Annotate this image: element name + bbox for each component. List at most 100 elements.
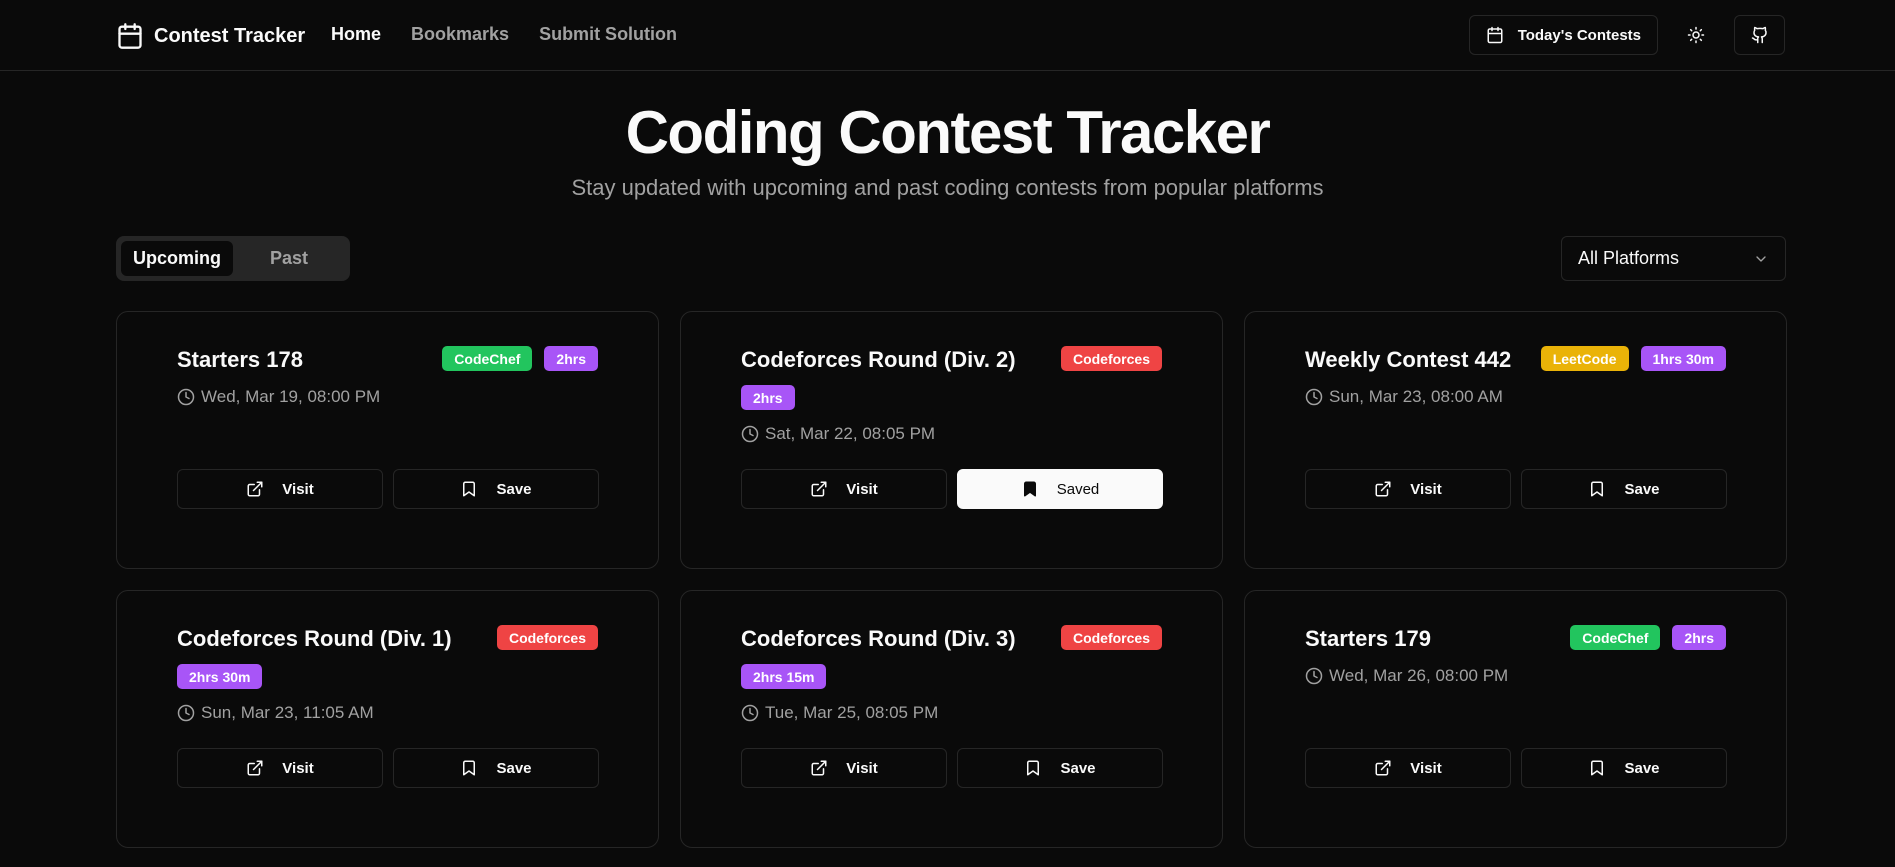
duration-badge-row: 2hrs 15m (741, 664, 1162, 689)
bookmark-icon (460, 480, 478, 498)
visit-button[interactable]: Visit (177, 748, 383, 788)
contest-title: Starters 178 (177, 347, 303, 372)
platform-badge: LeetCode (1540, 346, 1629, 371)
contest-tabs: Upcoming Past (116, 236, 350, 281)
save-button[interactable]: Save (393, 469, 599, 509)
platform-badge: Codeforces (1060, 625, 1162, 650)
visit-button[interactable]: Visit (741, 748, 947, 788)
chevron-down-icon (1753, 251, 1769, 267)
contest-card: Starters 178 CodeChef 2hrs Wed, Mar 19, 0… (116, 311, 659, 569)
duration-badge: 2hrs (741, 385, 795, 410)
save-button[interactable]: Save (957, 748, 1163, 788)
contest-card: Starters 179 CodeChef 2hrs Wed, Mar 26, 0… (1244, 590, 1787, 848)
bookmark-icon (1588, 759, 1606, 777)
nav-link-bookmarks[interactable]: Bookmarks (411, 24, 509, 45)
duration-badge-row: 2hrs 30m (177, 664, 598, 689)
platform-filter-value: All Platforms (1578, 248, 1680, 268)
badges: CodeChef 2hrs (1570, 625, 1726, 650)
brand-name: Contest Tracker (154, 24, 306, 47)
external-link-icon (810, 480, 828, 498)
duration-badge: 2hrs (544, 346, 598, 371)
card-actions: Visit Save (177, 748, 599, 788)
contest-card: Codeforces Round (Div. 3) Codeforces 2hr… (680, 590, 1223, 848)
navbar: Contest Tracker Home Bookmarks Submit So… (0, 0, 1895, 71)
card-actions: Visit Save (741, 748, 1163, 788)
contest-date: Sat, Mar 22, 08:05 PM (741, 424, 935, 444)
card-header: Starters 179 CodeChef 2hrs (1305, 625, 1726, 653)
github-button[interactable] (1734, 15, 1785, 55)
nav-link-submit-solution[interactable]: Submit Solution (539, 24, 677, 45)
contest-date-text: Tue, Mar 25, 08:05 PM (765, 703, 939, 722)
sun-icon (1687, 26, 1705, 44)
save-button[interactable]: Saved (957, 469, 1163, 509)
external-link-icon (1374, 480, 1392, 498)
contest-title: Codeforces Round (Div. 2) (741, 347, 1016, 372)
save-button[interactable]: Save (1521, 469, 1727, 509)
visit-button[interactable]: Visit (1305, 469, 1511, 509)
contest-date-text: Sat, Mar 22, 08:05 PM (765, 424, 936, 443)
card-header: Starters 178 CodeChef 2hrs (177, 346, 598, 374)
badges: Codeforces (496, 625, 598, 650)
card-actions: Visit Saved (741, 469, 1163, 509)
contest-date: Tue, Mar 25, 08:05 PM (741, 703, 938, 723)
visit-button[interactable]: Visit (1305, 748, 1511, 788)
github-icon (1751, 26, 1769, 44)
visit-label: Visit (282, 759, 314, 777)
theme-toggle-button[interactable] (1676, 15, 1716, 55)
todays-contests-button[interactable]: Today's Contests (1468, 15, 1658, 55)
clock-icon (741, 704, 759, 722)
clock-icon (1305, 388, 1323, 406)
save-button[interactable]: Save (1521, 748, 1727, 788)
bookmark-icon (1021, 480, 1039, 498)
contest-date-text: Wed, Mar 19, 08:00 PM (201, 387, 381, 406)
clock-icon (177, 388, 195, 406)
contest-title: Starters 179 (1305, 626, 1431, 651)
contest-date-text: Wed, Mar 26, 08:00 PM (1329, 666, 1509, 685)
badges: Codeforces (1060, 346, 1162, 371)
card-header: Codeforces Round (Div. 3) Codeforces 2hr… (741, 625, 1162, 689)
todays-contests-label: Today's Contests (1517, 26, 1641, 44)
contest-date: Sun, Mar 23, 11:05 AM (177, 703, 374, 723)
contest-card: Weekly Contest 442 LeetCode 1hrs 30m Sun,… (1244, 311, 1787, 569)
contest-date: Sun, Mar 23, 08:00 AM (1305, 387, 1503, 407)
nav-actions: Today's Contests (1468, 15, 1785, 55)
card-header: Weekly Contest 442 LeetCode 1hrs 30m (1305, 346, 1726, 374)
visit-button[interactable]: Visit (177, 469, 383, 509)
clock-icon (741, 425, 759, 443)
nav-link-home[interactable]: Home (331, 24, 381, 45)
nav-links: Home Bookmarks Submit Solution (331, 24, 677, 45)
contest-card: Codeforces Round (Div. 1) Codeforces 2hr… (116, 590, 659, 848)
external-link-icon (246, 480, 264, 498)
calendar-icon (1486, 26, 1504, 44)
page-subtitle: Stay updated with upcoming and past codi… (571, 175, 1324, 200)
clock-icon (177, 704, 195, 722)
external-link-icon (246, 759, 264, 777)
tab-past[interactable]: Past (233, 241, 345, 276)
brand[interactable]: Contest Tracker (116, 20, 305, 52)
external-link-icon (810, 759, 828, 777)
tab-upcoming[interactable]: Upcoming (121, 241, 233, 276)
save-label: Save (496, 480, 532, 498)
save-label: Save (1624, 480, 1660, 498)
contest-date: Wed, Mar 26, 08:00 PM (1305, 666, 1508, 686)
save-label: Saved (1056, 480, 1100, 498)
visit-button[interactable]: Visit (741, 469, 947, 509)
duration-badge: 2hrs 15m (741, 664, 827, 689)
platform-filter-select[interactable]: All Platforms (1561, 236, 1786, 281)
platform-badge: CodeChef (442, 346, 533, 371)
contest-title: Codeforces Round (Div. 1) (177, 626, 452, 651)
platform-badge: CodeChef (1570, 625, 1661, 650)
badges: Codeforces (1060, 625, 1162, 650)
clock-icon (1305, 667, 1323, 685)
bookmark-icon (1024, 759, 1042, 777)
bookmark-icon (460, 759, 478, 777)
duration-badge: 2hrs 30m (177, 664, 263, 689)
contest-date: Wed, Mar 19, 08:00 PM (177, 387, 380, 407)
visit-label: Visit (846, 480, 878, 498)
save-button[interactable]: Save (393, 748, 599, 788)
bookmark-icon (1588, 480, 1606, 498)
duration-badge: 1hrs 30m (1640, 346, 1726, 371)
calendar-icon (116, 22, 144, 50)
badges: CodeChef 2hrs (442, 346, 598, 371)
badges: LeetCode 1hrs 30m (1540, 346, 1726, 371)
